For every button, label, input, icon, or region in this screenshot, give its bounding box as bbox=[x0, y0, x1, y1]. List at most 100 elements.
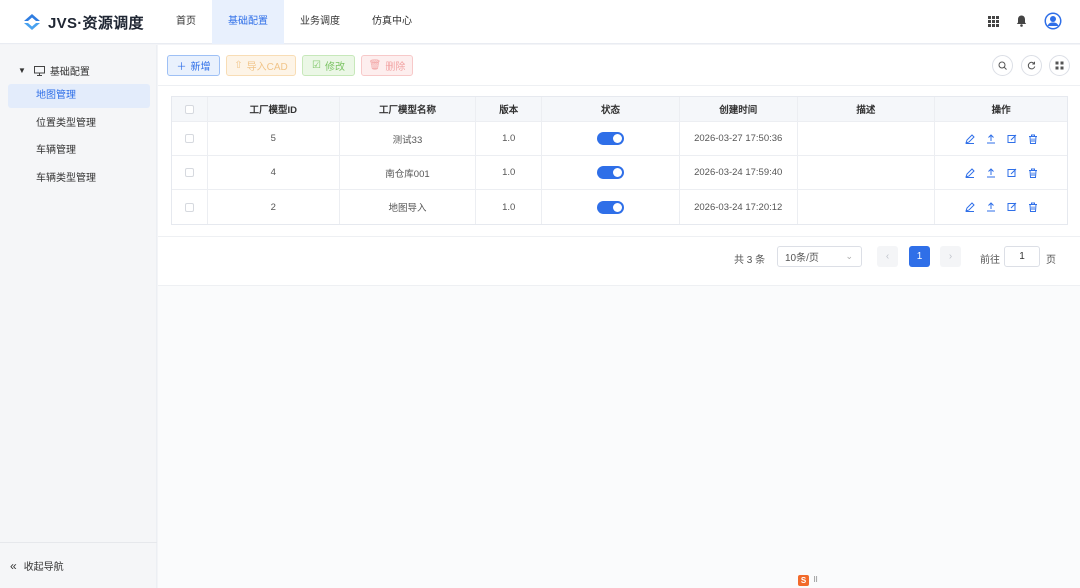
sidebar-item-vehicle-management[interactable]: 车辆管理 bbox=[8, 139, 150, 163]
table-row[interactable]: 4 南仓库001 1.0 2026-03-24 17:59:40 bbox=[172, 156, 1067, 190]
status-toggle[interactable] bbox=[597, 166, 625, 179]
select-all-checkbox[interactable] bbox=[184, 104, 194, 114]
status-toggle[interactable] bbox=[597, 132, 625, 145]
column-header: 描述 bbox=[798, 97, 936, 121]
refresh-button[interactable] bbox=[1021, 55, 1042, 76]
page-size-select[interactable]: 10条/页 ⌄ bbox=[777, 246, 862, 267]
column-settings-button[interactable] bbox=[1049, 55, 1070, 76]
upload-icon[interactable] bbox=[985, 201, 997, 213]
chevron-left-icon: ‹ bbox=[885, 251, 890, 262]
cell-description bbox=[798, 156, 936, 189]
goto-page-input[interactable]: 1 bbox=[1004, 246, 1040, 267]
upload-icon: ⇧ bbox=[234, 60, 243, 71]
cell-model-name: 南仓库001 bbox=[340, 156, 477, 189]
sidebar-items: 地图管理 位置类型管理 车辆管理 车辆类型管理 bbox=[8, 84, 150, 194]
row-checkbox[interactable] bbox=[184, 168, 194, 177]
pencil-icon[interactable] bbox=[964, 201, 976, 213]
edit-button[interactable]: ☑ 修改 bbox=[302, 55, 355, 76]
cell-created-time: 2026-03-24 17:20:12 bbox=[680, 190, 798, 224]
column-header: 工厂模型名称 bbox=[340, 97, 477, 121]
edit-icon[interactable] bbox=[1006, 133, 1018, 145]
cell-status bbox=[542, 190, 680, 224]
trash-icon[interactable] bbox=[1027, 167, 1039, 179]
column-header: 版本 bbox=[476, 97, 543, 121]
pagination: 共 3 条 10条/页 ⌄ ‹ 1 › 前往 1 页 bbox=[158, 236, 1080, 286]
edit-icon[interactable] bbox=[1006, 167, 1018, 179]
top-header: JVS·资源调度 首页 基础配置 业务调度 仿真中心 bbox=[0, 0, 1080, 44]
cell-description bbox=[798, 190, 936, 224]
double-chevron-left-icon: « bbox=[10, 558, 17, 573]
page-number-current[interactable]: 1 bbox=[909, 246, 930, 267]
row-checkbox[interactable] bbox=[184, 134, 194, 143]
factory-model-table: 工厂模型ID 工厂模型名称 版本 状态 创建时间 描述 操作 5 测试33 1.… bbox=[171, 96, 1068, 225]
row-select-cell bbox=[172, 122, 208, 155]
prev-page-button[interactable]: ‹ bbox=[877, 246, 898, 267]
cell-model-name: 地图导入 bbox=[340, 190, 477, 224]
row-checkbox[interactable] bbox=[184, 202, 194, 212]
column-header: 状态 bbox=[542, 97, 680, 121]
cell-created-time: 2026-03-24 17:59:40 bbox=[680, 156, 798, 189]
pencil-icon[interactable] bbox=[964, 133, 976, 145]
monitor-icon bbox=[33, 65, 45, 76]
row-select-cell bbox=[172, 156, 208, 189]
tab-home[interactable]: 首页 bbox=[160, 0, 212, 44]
mini-dots-icon: ⠿ bbox=[813, 576, 819, 584]
sidebar: ▼ 基础配置 地图管理 位置类型管理 车辆管理 车辆类型管理 « 收起导航 bbox=[0, 45, 157, 588]
collapse-nav-button[interactable]: « 收起导航 bbox=[0, 542, 157, 588]
table-row[interactable]: 2 地图导入 1.0 2026-03-24 17:20:12 bbox=[172, 190, 1067, 224]
cell-model-name: 测试33 bbox=[340, 122, 477, 155]
import-cad-button[interactable]: ⇧ 导入CAD bbox=[226, 55, 296, 76]
plus-icon: ＋ bbox=[176, 62, 187, 73]
table-header-row: 工厂模型ID 工厂模型名称 版本 状态 创建时间 描述 操作 bbox=[172, 97, 1067, 122]
edit-icon: ☑ bbox=[312, 60, 321, 71]
user-avatar-icon[interactable] bbox=[1044, 12, 1062, 30]
add-button[interactable]: ＋ 新增 bbox=[167, 55, 220, 76]
status-toggle[interactable] bbox=[597, 200, 625, 214]
cell-created-time: 2026-03-27 17:50:36 bbox=[680, 122, 798, 155]
search-icon bbox=[998, 61, 1007, 70]
sidebar-group-basic-config[interactable]: ▼ 基础配置 bbox=[18, 63, 90, 78]
cell-status bbox=[542, 156, 680, 189]
s-logo-icon: S bbox=[798, 575, 809, 586]
goto-label: 前往 bbox=[980, 255, 1000, 266]
trash-icon[interactable] bbox=[1027, 133, 1039, 145]
sidebar-item-vehicle-type-management[interactable]: 车辆类型管理 bbox=[8, 167, 150, 191]
header-actions bbox=[974, 12, 1062, 30]
chevron-down-icon: ⌄ bbox=[845, 251, 853, 261]
app-logo[interactable]: JVS·资源调度 bbox=[22, 11, 144, 33]
cell-model-id: 4 bbox=[208, 156, 340, 189]
cell-actions bbox=[935, 122, 1067, 155]
upload-icon[interactable] bbox=[985, 133, 997, 145]
delete-button[interactable]: 🗑 删除 bbox=[361, 55, 413, 76]
import-cad-button-label: 导入CAD bbox=[246, 62, 288, 73]
tab-simulation-center[interactable]: 仿真中心 bbox=[356, 0, 428, 44]
sidebar-group-label: 基础配置 bbox=[49, 67, 90, 78]
cell-description bbox=[798, 122, 936, 155]
tab-basic-config[interactable]: 基础配置 bbox=[212, 0, 284, 44]
goto-unit-label: 页 bbox=[1046, 255, 1056, 266]
trash-icon: 🗑 bbox=[368, 60, 382, 71]
apps-grid-icon[interactable] bbox=[984, 12, 1002, 30]
edit-button-label: 修改 bbox=[324, 62, 345, 73]
header-select-cell bbox=[172, 97, 208, 121]
upload-icon[interactable] bbox=[985, 167, 997, 179]
trash-icon[interactable] bbox=[1027, 201, 1039, 213]
logo-icon bbox=[24, 14, 40, 30]
edit-icon[interactable] bbox=[1006, 201, 1018, 213]
top-nav: 首页 基础配置 业务调度 仿真中心 bbox=[160, 0, 428, 44]
cell-model-id: 2 bbox=[208, 190, 340, 224]
floating-tool-widget[interactable]: S ⠿ bbox=[798, 575, 818, 586]
add-button-label: 新增 bbox=[190, 62, 211, 73]
next-page-button[interactable]: › bbox=[940, 246, 961, 267]
grid-icon bbox=[1055, 61, 1064, 70]
cell-version: 1.0 bbox=[476, 190, 543, 224]
collapse-nav-label: 收起导航 bbox=[23, 562, 64, 573]
caret-down-icon: ▼ bbox=[18, 66, 26, 75]
sidebar-item-map-management[interactable]: 地图管理 bbox=[8, 84, 150, 108]
tab-business-dispatch[interactable]: 业务调度 bbox=[284, 0, 356, 44]
sidebar-item-location-type-management[interactable]: 位置类型管理 bbox=[8, 112, 150, 136]
pencil-icon[interactable] bbox=[964, 167, 976, 179]
bell-icon[interactable] bbox=[1012, 12, 1030, 30]
search-button[interactable] bbox=[992, 55, 1013, 76]
table-row[interactable]: 5 测试33 1.0 2026-03-27 17:50:36 bbox=[172, 122, 1067, 156]
